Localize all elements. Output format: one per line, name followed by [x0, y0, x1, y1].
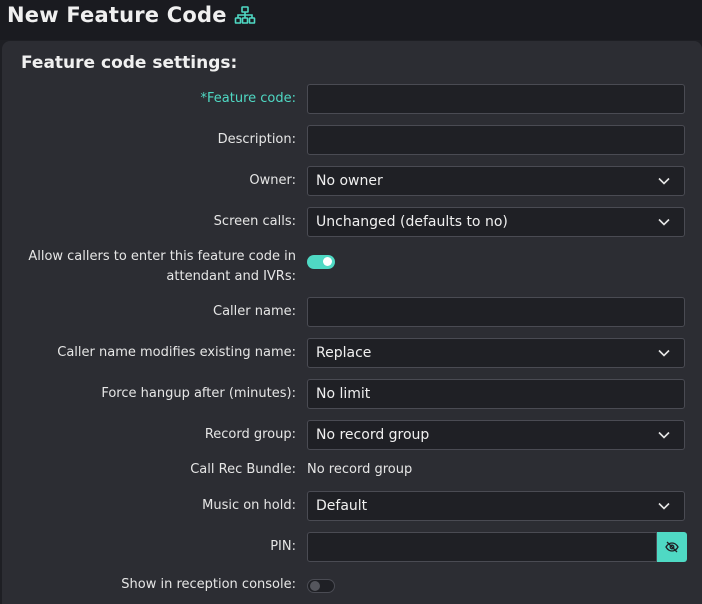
screen-calls-label: Screen calls:: [213, 214, 296, 229]
show-in-reception-toggle[interactable]: [307, 579, 335, 593]
caller-name-label: Caller name:: [213, 304, 296, 319]
allow-callers-label: Allow callers to enter this feature code…: [28, 249, 296, 284]
toggle-pin-visibility-button[interactable]: [657, 532, 687, 562]
chevron-down-icon: [658, 502, 670, 510]
record-group-label: Record group:: [204, 427, 296, 442]
page-title: New Feature Code: [7, 3, 256, 27]
chevron-down-icon: [658, 349, 670, 357]
feature-code-input[interactable]: [307, 84, 685, 114]
chevron-down-icon: [658, 431, 670, 439]
page-title-text: New Feature Code: [7, 3, 227, 27]
show-in-reception-label: Show in reception console:: [121, 577, 296, 592]
page-header: New Feature Code: [0, 0, 702, 40]
music-on-hold-label: Music on hold:: [202, 498, 296, 513]
owner-label: Owner:: [249, 173, 296, 188]
caller-name-modifies-select[interactable]: Replace: [307, 338, 685, 368]
music-on-hold-value: Default: [316, 498, 368, 514]
pin-input[interactable]: [307, 532, 657, 562]
description-input[interactable]: [307, 125, 685, 155]
feature-code-settings-panel: Feature code settings: *Feature code: De…: [2, 41, 702, 604]
chevron-down-icon: [658, 177, 670, 185]
section-title: Feature code settings:: [21, 53, 238, 73]
caller-name-modifies-value: Replace: [316, 345, 372, 361]
owner-select[interactable]: No owner: [307, 166, 685, 196]
owner-select-value: No owner: [316, 173, 383, 189]
description-label: Description:: [217, 132, 296, 147]
feature-code-label: *Feature code:: [200, 91, 297, 106]
screen-calls-select-value: Unchanged (defaults to no): [316, 214, 508, 230]
call-rec-bundle-value: No record group: [307, 462, 413, 477]
chevron-down-icon: [658, 218, 670, 226]
toggle-knob: [323, 257, 332, 266]
force-hangup-label: Force hangup after (minutes):: [101, 386, 296, 401]
record-group-value: No record group: [316, 427, 430, 443]
music-on-hold-select[interactable]: Default: [307, 491, 685, 521]
record-group-select[interactable]: No record group: [307, 420, 685, 450]
allow-callers-toggle[interactable]: [307, 255, 335, 269]
screen-calls-select[interactable]: Unchanged (defaults to no): [307, 207, 685, 237]
force-hangup-input[interactable]: No limit: [307, 379, 685, 409]
eye-slash-icon: [665, 541, 679, 553]
caller-name-modifies-label: Caller name modifies existing name:: [57, 345, 296, 360]
pin-label: PIN:: [270, 539, 296, 554]
call-rec-bundle-label: Call Rec Bundle:: [190, 462, 296, 477]
sitemap-icon: [234, 5, 256, 25]
caller-name-input[interactable]: [307, 297, 685, 327]
toggle-knob: [310, 581, 320, 591]
